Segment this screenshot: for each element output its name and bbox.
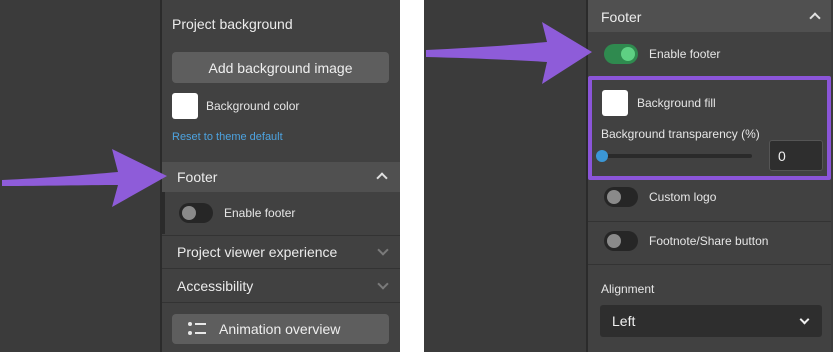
left-screenshot: Project background Add background image …	[0, 0, 400, 352]
pointer-arrow-icon	[426, 22, 592, 84]
right-screenshot: Footer Enable footer Background fill Bac…	[424, 0, 833, 352]
pointer-arrow-icon	[2, 149, 167, 207]
